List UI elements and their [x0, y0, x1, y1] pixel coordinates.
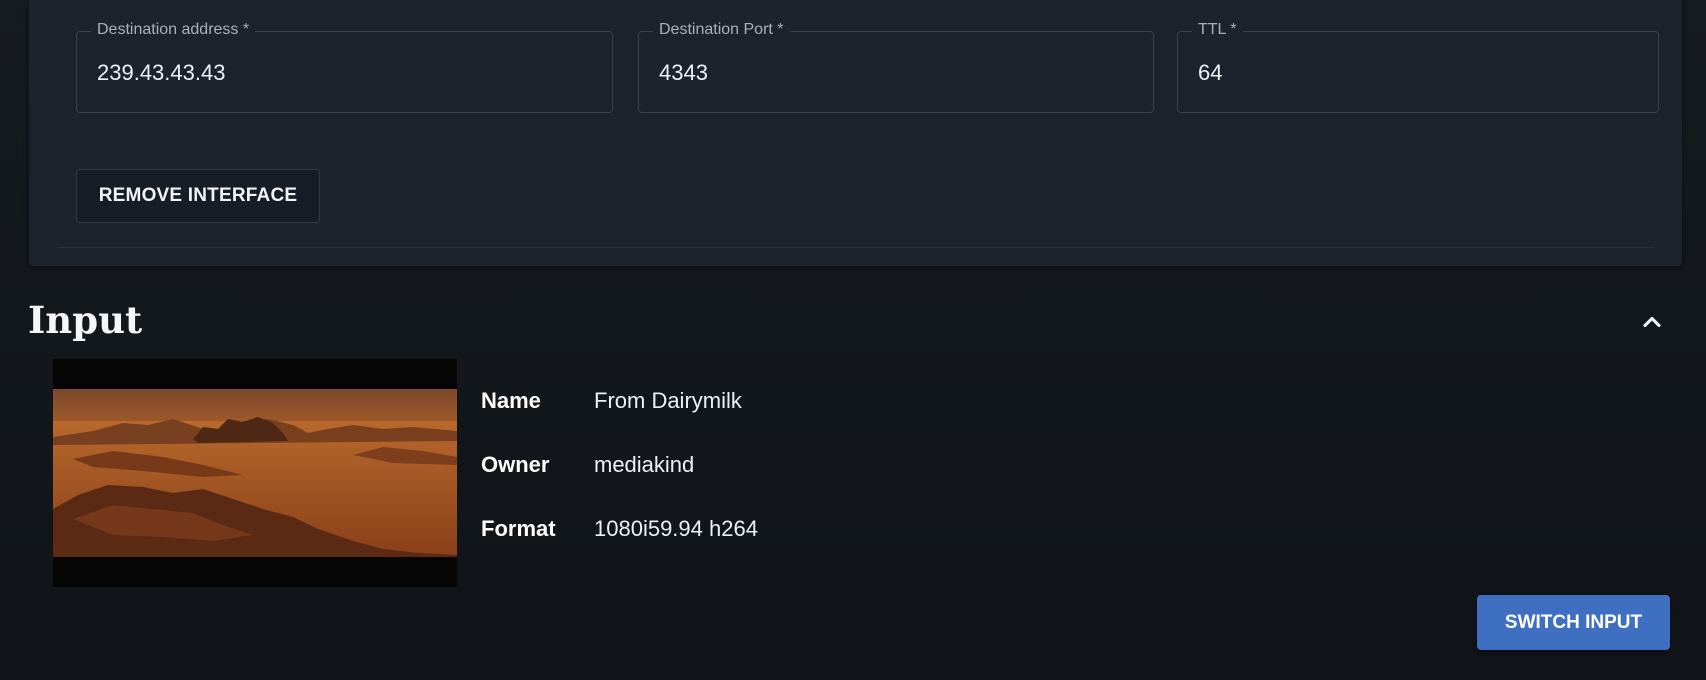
destination-address-label: Destination address * [91, 21, 256, 39]
output-interface-card: Destination address * 239.43.43.43 Desti… [29, 0, 1682, 266]
format-key: Format [481, 516, 556, 541]
page: Destination address * 239.43.43.43 Desti… [0, 0, 1706, 680]
format-value: 1080i59.94 h264 [594, 516, 758, 541]
input-preview-thumbnail [53, 359, 457, 587]
name-key: Name [481, 388, 541, 413]
remove-interface-button[interactable]: REMOVE INTERFACE [76, 169, 320, 223]
destination-address-field[interactable]: Destination address * 239.43.43.43 [76, 21, 613, 113]
destination-port-value[interactable]: 4343 [659, 60, 708, 86]
destination-address-value[interactable]: 239.43.43.43 [97, 60, 225, 86]
ttl-value[interactable]: 64 [1198, 60, 1222, 86]
destination-port-field[interactable]: Destination Port * 4343 [638, 21, 1154, 113]
ttl-label: TTL * [1192, 21, 1243, 39]
switch-input-button[interactable]: SWITCH INPUT [1477, 595, 1670, 650]
destination-port-label: Destination Port * [653, 21, 790, 39]
card-divider [57, 247, 1654, 248]
ttl-field[interactable]: TTL * 64 [1177, 21, 1659, 113]
owner-key: Owner [481, 452, 550, 477]
input-section-title: Input [28, 298, 143, 342]
owner-value: mediakind [594, 452, 695, 477]
desert-landscape-image [53, 359, 457, 587]
chevron-up-icon[interactable] [1638, 308, 1666, 336]
name-value: From Dairymilk [594, 388, 742, 413]
